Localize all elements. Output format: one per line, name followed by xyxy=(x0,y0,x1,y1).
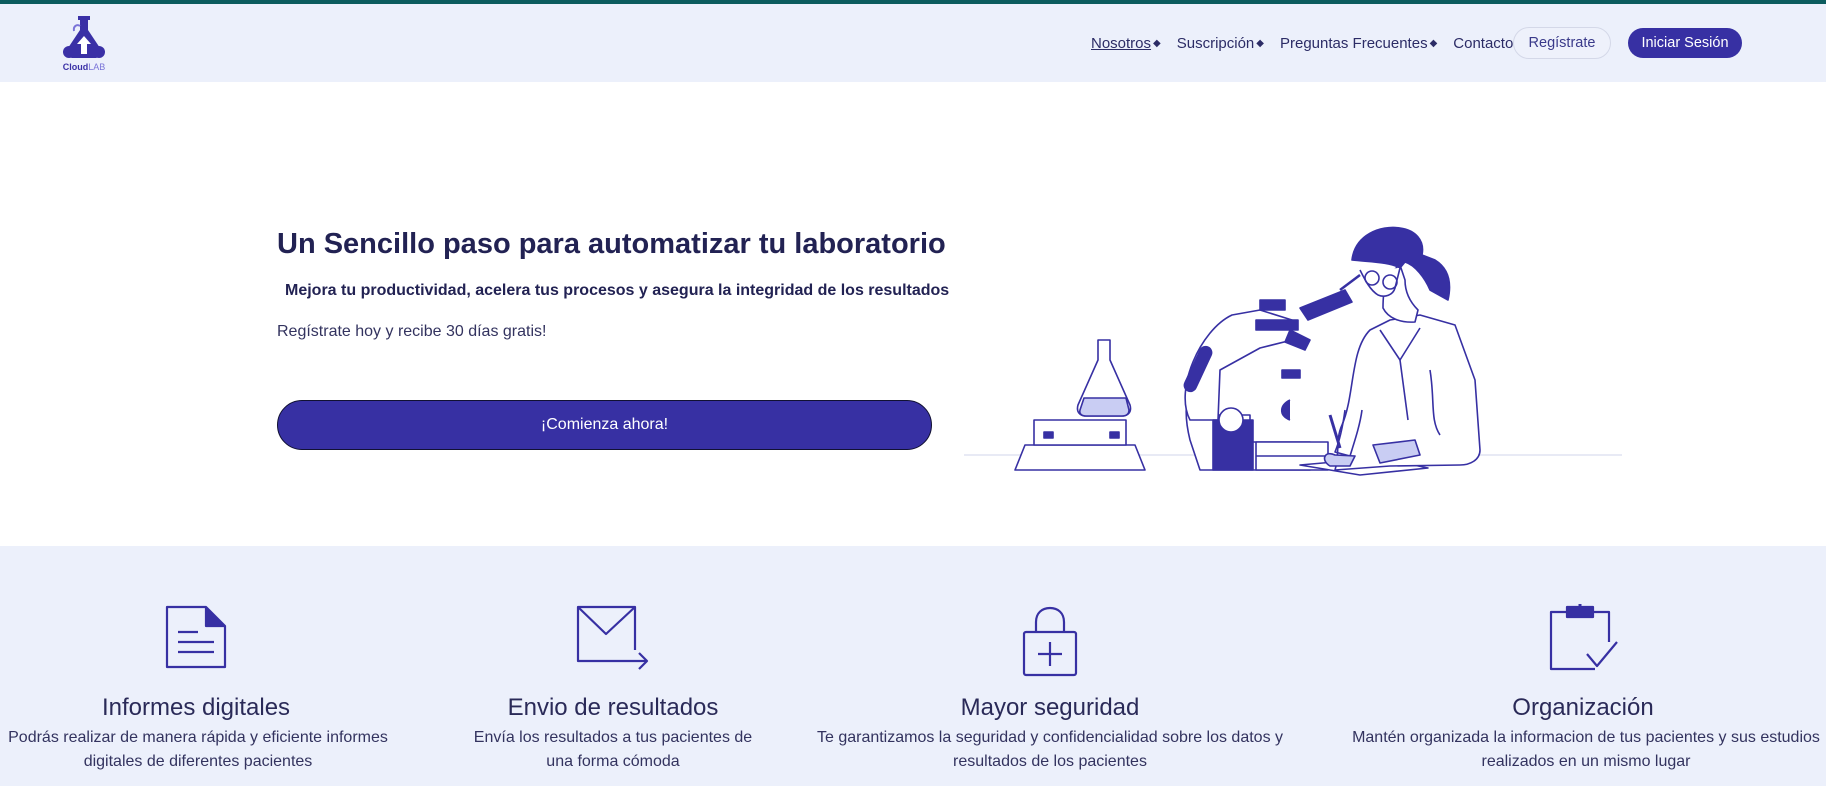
caret-down-icon: ◆ xyxy=(1256,37,1264,49)
feature-description: Podrás realizar de manera rápida y efici… xyxy=(8,729,388,770)
hero-promo-text: Regístrate hoy y recibe 30 días gratis! xyxy=(277,323,547,340)
nav-item-label: Preguntas Frecuentes xyxy=(1279,34,1428,52)
clipboard-check-icon xyxy=(1547,604,1619,677)
login-button[interactable]: Iniciar Sesión xyxy=(1628,28,1742,58)
site-header: CloudLAB Nosotros ◆ Suscripción ◆ Pregun… xyxy=(0,4,1826,82)
nav-item-suscripcion[interactable]: Suscripción ◆ xyxy=(1177,35,1264,52)
nav-item-label: Contacto xyxy=(1453,34,1514,52)
feature-title: Organización xyxy=(1512,694,1654,721)
document-icon xyxy=(164,604,228,675)
nav-item-contacto[interactable]: Contacto xyxy=(1453,35,1513,52)
feature-title: Informes digitales xyxy=(101,694,291,721)
nav-item-label: Suscripción xyxy=(1176,34,1255,52)
main-nav: Nosotros ◆ Suscripción ◆ Preguntas Frecu… xyxy=(1091,4,1529,82)
get-started-button[interactable]: ¡Comienza ahora! xyxy=(277,400,932,450)
cloudlab-logo[interactable]: CloudLAB xyxy=(60,14,108,76)
feature-title: Mayor seguridad xyxy=(960,694,1140,721)
nav-item-nosotros[interactable]: Nosotros ◆ xyxy=(1091,35,1161,52)
nav-item-label: Nosotros xyxy=(1091,34,1152,52)
lab-scientist-illustration xyxy=(960,220,1626,490)
caret-down-icon: ◆ xyxy=(1429,37,1438,49)
feature-description: Mantén organizada la informacion de tus … xyxy=(1352,729,1820,770)
feature-description: Envía los resultados a tus pacientes de … xyxy=(473,729,753,770)
caret-down-icon: ◆ xyxy=(1153,37,1161,49)
nav-item-preguntas-frecuentes[interactable]: Preguntas Frecuentes ◆ xyxy=(1280,35,1437,52)
lock-icon xyxy=(1021,606,1079,683)
mail-send-icon xyxy=(575,604,651,677)
hero-subtitle: Mejora tu productividad, acelera tus pro… xyxy=(285,282,950,299)
feature-title: Envio de resultados xyxy=(507,694,719,721)
feature-description: Te garantizamos la seguridad y confidenc… xyxy=(816,729,1284,770)
hero-title: Un Sencillo paso para automatizar tu lab… xyxy=(277,228,946,260)
features-section: Informes digitales Podrás realizar de ma… xyxy=(0,546,1826,786)
register-button[interactable]: Regístrate xyxy=(1513,27,1611,59)
flask-logo-icon xyxy=(63,16,105,58)
logo-wordmark: CloudLAB xyxy=(62,62,106,72)
